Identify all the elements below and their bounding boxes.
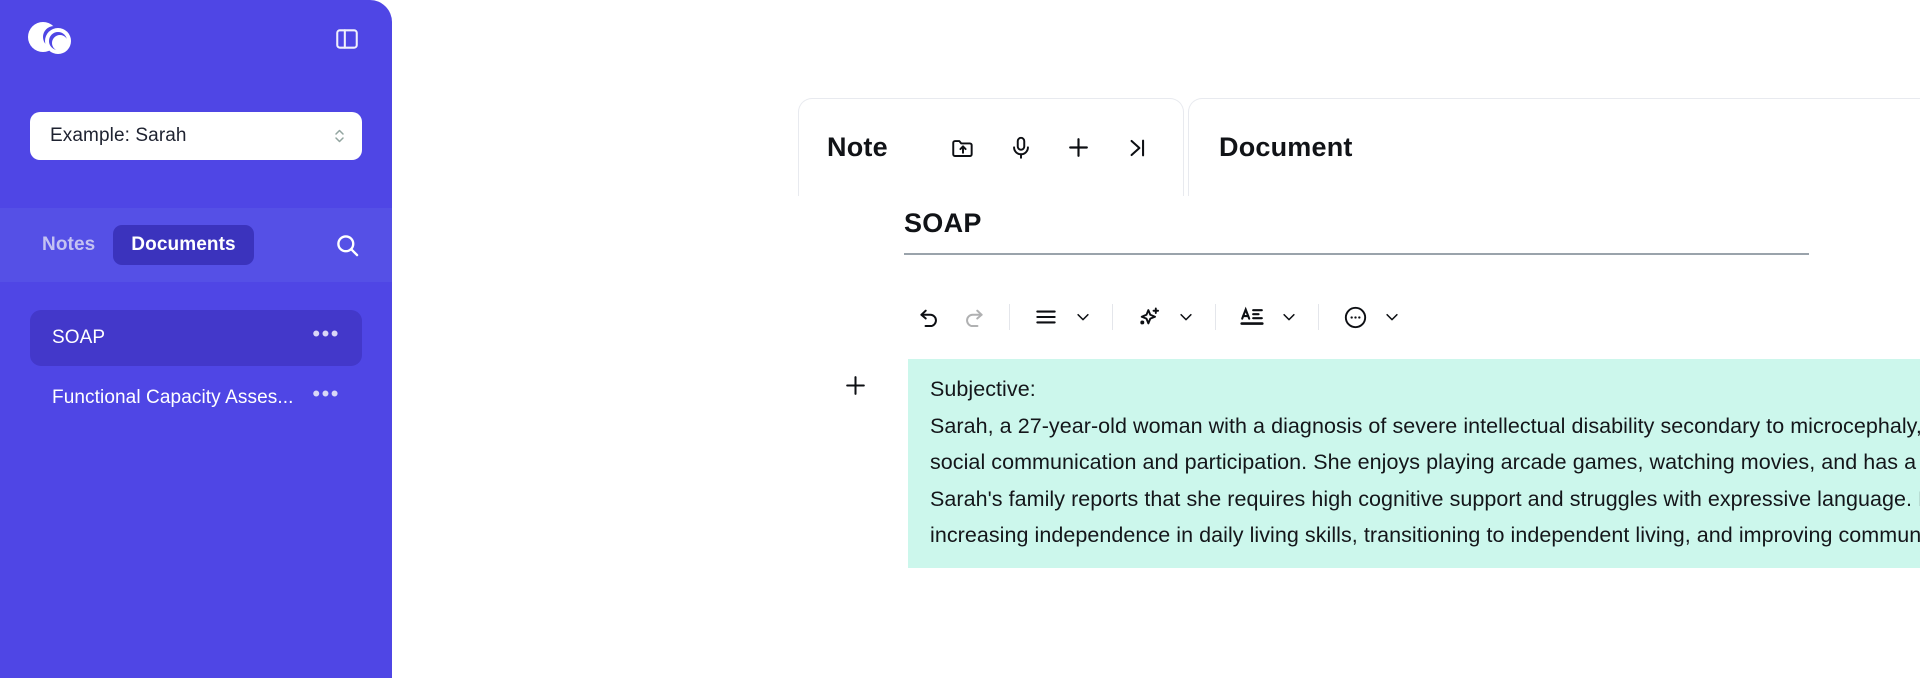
document-list: SOAP ••• Functional Capacity Asses... ••… — [0, 282, 392, 426]
toolbar-divider — [1009, 304, 1010, 330]
app-root: Example: Sarah Notes Documents SOAP ••• … — [0, 0, 1920, 678]
add-block-icon[interactable] — [832, 365, 878, 405]
note-text-block[interactable]: Subjective: Sarah, a 27-year-old woman w… — [908, 359, 1920, 568]
collapse-right-icon[interactable] — [1122, 133, 1152, 163]
sidebar-tab-notes-label: Notes — [42, 234, 96, 255]
editor-format-toolbar — [907, 297, 1920, 337]
chevron-down-icon[interactable] — [1068, 297, 1098, 337]
sidebar-tab-documents-label: Documents — [131, 234, 236, 255]
list-item-label: SOAP — [52, 327, 106, 348]
microphone-icon[interactable] — [1006, 133, 1036, 163]
list-item-menu-icon[interactable]: ••• — [312, 383, 340, 407]
plus-icon[interactable] — [1064, 133, 1094, 163]
tab-document[interactable]: Document — [1188, 98, 1920, 196]
toolbar-divider — [1215, 304, 1216, 330]
tab-note[interactable]: Note — [798, 98, 1184, 196]
tab-note-label: Note — [827, 132, 888, 162]
more-circle-icon[interactable] — [1333, 297, 1377, 337]
note-block-heading: Subjective: — [930, 377, 1036, 401]
page-title[interactable]: SOAP — [904, 208, 1809, 239]
tab-document-label: Document — [1219, 132, 1353, 162]
search-icon[interactable] — [330, 228, 364, 262]
main-content: Pro Dashboard — [392, 0, 1920, 678]
document-title-row: SOAP — [904, 208, 1809, 255]
undo-icon[interactable] — [907, 297, 951, 337]
chevron-down-icon[interactable] — [1377, 297, 1407, 337]
document-editor: SOAP Subjective: Sarah, a 27-year-old wo… — [392, 208, 1920, 568]
folder-upload-icon[interactable] — [948, 133, 978, 163]
note-tab-actions — [948, 133, 1152, 163]
list-item-menu-icon[interactable]: ••• — [312, 323, 340, 347]
topbar: Pro Dashboard — [392, 0, 1920, 92]
toolbar-divider — [1112, 304, 1113, 330]
sidebar-tab-notes[interactable]: Notes — [24, 225, 113, 265]
client-select-value: Example: Sarah — [50, 125, 187, 146]
sidebar-tabbar: Notes Documents — [0, 208, 392, 282]
text-lines-icon[interactable] — [1024, 297, 1068, 337]
list-item-label: Functional Capacity Asses... — [52, 387, 294, 408]
chevron-down-icon[interactable] — [1171, 297, 1201, 337]
sidebar: Example: Sarah Notes Documents SOAP ••• … — [0, 0, 392, 678]
list-item-functional-capacity[interactable]: Functional Capacity Asses... ••• — [30, 370, 362, 426]
sidebar-panel-toggle-icon[interactable] — [332, 24, 362, 54]
ai-sparkle-icon[interactable] — [1127, 297, 1171, 337]
chevron-down-icon[interactable] — [1274, 297, 1304, 337]
editor-block-row: Subjective: Sarah, a 27-year-old woman w… — [392, 359, 1920, 568]
app-logo-icon — [28, 22, 72, 56]
note-block-body: Sarah, a 27-year-old woman with a diagno… — [930, 413, 1920, 548]
pane-tabbar: Note Document — [392, 92, 1920, 196]
sidebar-tab-documents[interactable]: Documents — [113, 225, 254, 265]
sidebar-header — [0, 0, 392, 56]
client-select[interactable]: Example: Sarah — [30, 112, 362, 160]
list-item-soap[interactable]: SOAP ••• — [30, 310, 362, 366]
redo-icon[interactable] — [951, 297, 995, 337]
toolbar-divider — [1318, 304, 1319, 330]
chevron-up-down-icon — [332, 126, 346, 146]
sidebar-top: Example: Sarah — [0, 0, 392, 208]
text-style-icon[interactable] — [1230, 297, 1274, 337]
